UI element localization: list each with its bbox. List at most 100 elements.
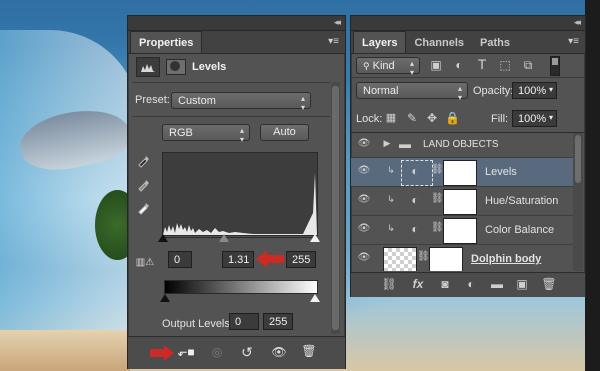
new-layer-icon[interactable]: ▣ — [514, 277, 530, 291]
auto-label: Auto — [273, 126, 296, 138]
visibility-eye-icon[interactable]: 👁 — [357, 223, 371, 234]
visibility-eye-icon[interactable]: 👁 — [357, 165, 371, 176]
input-black-field[interactable]: 0 — [168, 251, 192, 268]
scrollbar-thumb[interactable] — [575, 135, 581, 183]
chevron-down-icon[interactable]: ▾ — [549, 113, 553, 122]
lock-transparent-icon[interactable]: ▦ — [384, 111, 398, 124]
filter-kind-select[interactable]: ⚲ Kind ▴ ▾ — [356, 57, 420, 77]
output-white-handle[interactable] — [310, 294, 320, 302]
preset-select[interactable]: Custom ▴ ▾ — [171, 92, 311, 112]
tab-properties[interactable]: Properties — [130, 31, 203, 53]
white-point-eyedropper-icon[interactable] — [136, 199, 152, 218]
tab-channels[interactable]: Channels — [406, 32, 472, 53]
input-levels-slider[interactable] — [158, 234, 320, 244]
layer-row-hue-saturation[interactable]: 👁 ↳ ◐ ⛓ Hue/Saturation — [351, 187, 573, 216]
fx-icon[interactable]: fx — [409, 277, 427, 291]
lock-all-icon[interactable]: 🔒 — [445, 111, 460, 125]
visibility-eye-icon[interactable]: 👁 — [268, 345, 290, 359]
layer-row-dolphin-body[interactable]: 👁 ⛓ Dolphin body — [351, 245, 573, 271]
new-adjustment-layer-icon[interactable]: ◐ — [463, 277, 479, 291]
output-black-field[interactable]: 0 — [229, 313, 259, 330]
layer-name: Hue/Saturation — [485, 195, 559, 207]
chevron-down-icon[interactable]: ▾ — [549, 85, 553, 94]
new-group-icon[interactable]: ▬ — [489, 277, 505, 291]
panel-menu-icon[interactable]: ▾≡ — [328, 36, 339, 47]
gray-point-eyedropper-icon[interactable] — [136, 176, 152, 195]
layer-mask-thumbnail[interactable] — [443, 160, 477, 186]
filter-pixel-icon[interactable]: ▣ — [428, 58, 444, 72]
input-gamma-field[interactable]: 1.31 — [222, 251, 254, 268]
link-chain-icon[interactable]: ⛓ — [431, 193, 444, 204]
lock-label: Lock: — [356, 113, 383, 125]
opacity-value: 100% — [518, 85, 547, 97]
group-name: LAND OBJECTS — [423, 139, 499, 150]
black-point-handle[interactable] — [158, 234, 168, 242]
filter-type-icon[interactable]: T — [474, 56, 490, 72]
filter-adjustment-icon[interactable]: ◐ — [451, 58, 467, 72]
fill-value: 100% — [518, 113, 547, 125]
scrollbar-track[interactable] — [573, 133, 583, 271]
layer-name: Levels — [485, 166, 517, 178]
auto-button[interactable]: Auto — [260, 124, 309, 141]
layer-group-row[interactable]: 👁 ▶ ▬ LAND OBJECTS — [351, 133, 573, 158]
properties-footer: ⬐■ ◎ ↺ 👁 🗑 — [128, 336, 345, 369]
tab-layers[interactable]: Layers — [353, 31, 407, 53]
link-chain-icon[interactable]: ⛓ — [431, 164, 444, 175]
add-mask-icon[interactable]: ◙ — [437, 277, 453, 291]
output-black-handle[interactable] — [160, 294, 170, 302]
layer-mask-thumbnail[interactable] — [429, 247, 463, 271]
visibility-eye-icon[interactable]: 👁 — [357, 138, 371, 149]
scrollbar-track[interactable] — [331, 82, 340, 334]
blend-mode-select[interactable]: Normal ▴ ▾ — [356, 82, 468, 102]
layers-footer: ⛓ fx ◙ ◐ ▬ ▣ 🗑 — [351, 272, 585, 297]
expand-triangle-icon[interactable]: ▶ — [382, 138, 392, 149]
output-levels-slider[interactable] — [160, 294, 320, 304]
tab-paths[interactable]: Paths — [472, 32, 518, 53]
layer-thumbnail[interactable] — [383, 247, 417, 271]
scrollbar-thumb[interactable] — [332, 86, 339, 330]
filter-shape-icon[interactable]: ⬚ — [497, 58, 513, 72]
layer-mask-thumbnail[interactable] — [443, 189, 477, 215]
input-white-field[interactable]: 255 — [286, 251, 316, 268]
trash-icon[interactable]: 🗑 — [298, 344, 320, 358]
channel-select[interactable]: RGB ▴ ▾ — [162, 124, 250, 144]
visibility-eye-icon[interactable]: 👁 — [357, 194, 371, 205]
output-white-field[interactable]: 255 — [263, 313, 293, 330]
link-chain-icon[interactable]: ⛓ — [417, 251, 430, 262]
opacity-field[interactable]: 100% ▾ — [512, 82, 557, 99]
lock-move-icon[interactable]: ✥ — [425, 111, 439, 125]
search-icon: ⚲ — [363, 61, 370, 71]
gamma-handle[interactable] — [219, 234, 229, 242]
clip-to-layer-icon[interactable]: ⬐■ — [175, 345, 197, 359]
view-previous-state-icon[interactable]: ◎ — [206, 345, 228, 359]
adjustment-icon: ◐ — [411, 164, 419, 178]
trash-icon[interactable]: 🗑 — [541, 277, 557, 291]
panel-titlebar[interactable]: ◂◂ — [128, 16, 345, 31]
red-annotation-arrow — [256, 250, 284, 268]
reset-icon[interactable]: ↺ — [236, 344, 258, 361]
panel-titlebar[interactable]: ◂◂ — [351, 16, 585, 31]
panel-menu-icon[interactable]: ▾≡ — [568, 36, 579, 47]
levels-adjustment-icon[interactable] — [136, 57, 160, 77]
adjustment-title: Levels — [192, 61, 227, 73]
collapse-icon[interactable]: ◂◂ — [574, 17, 581, 28]
filter-smart-object-icon[interactable]: ⧉ — [520, 58, 536, 73]
layer-mask-thumbnail[interactable] — [443, 218, 477, 244]
layer-mask-icon[interactable] — [164, 57, 186, 75]
collapse-icon[interactable]: ◂◂ — [334, 17, 341, 28]
link-layers-icon[interactable]: ⛓ — [381, 277, 397, 291]
white-point-handle[interactable] — [310, 234, 320, 242]
layer-row-levels[interactable]: 👁 ↳ ◐ ⛓ Levels — [351, 158, 573, 187]
filter-toggle[interactable] — [550, 56, 560, 76]
clipped-arrow-icon: ↳ — [387, 194, 395, 204]
layer-row-color-balance[interactable]: 👁 ↳ ◐ ⛓ Color Balance — [351, 216, 573, 245]
visibility-eye-icon[interactable]: 👁 — [357, 252, 371, 263]
adjustment-icon: ◐ — [411, 193, 419, 207]
beach-sand-graphic — [0, 330, 130, 371]
clipping-warning-icon[interactable]: ▥⚠ — [134, 257, 156, 268]
black-point-eyedropper-icon[interactable] — [136, 152, 152, 171]
fill-field[interactable]: 100% ▾ — [512, 110, 557, 127]
blend-mode-value: Normal — [363, 85, 399, 97]
lock-paint-icon[interactable]: ✎ — [405, 111, 419, 125]
link-chain-icon[interactable]: ⛓ — [431, 222, 444, 233]
